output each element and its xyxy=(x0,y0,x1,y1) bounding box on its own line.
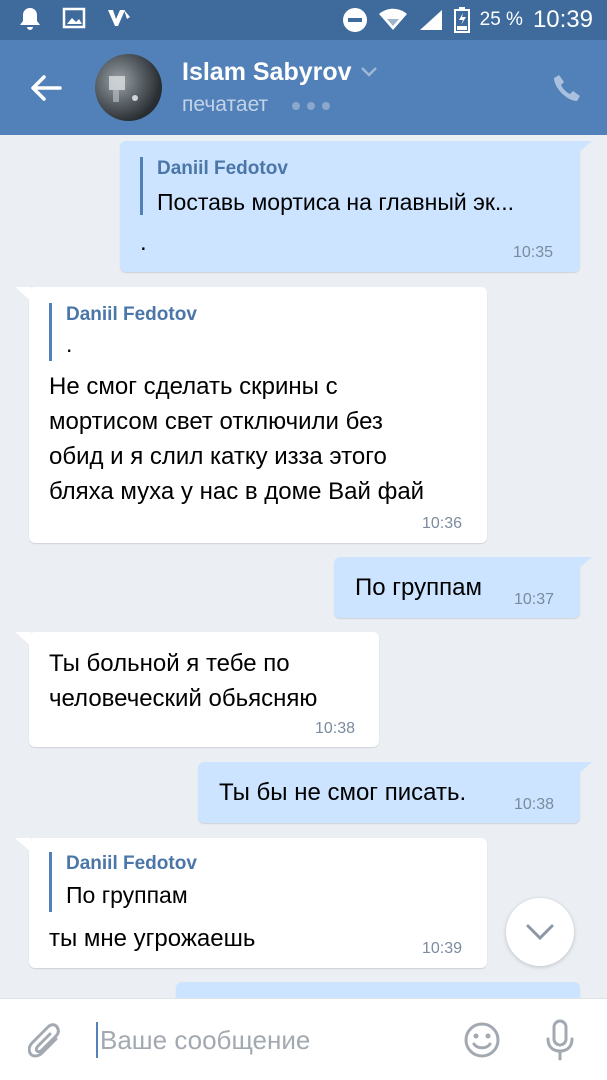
reply-quote[interactable]: Daniil Fedotov Поставь мортиса на главны… xyxy=(140,157,560,215)
message-time: 10:39 xyxy=(422,940,463,957)
signal-icon xyxy=(419,10,442,30)
message-text: По группам xyxy=(355,574,482,601)
reply-text: Поставь мортиса на главный эк... xyxy=(157,189,515,215)
contact-name[interactable]: Islam Sabyrov xyxy=(182,58,352,87)
bubble-tail xyxy=(15,287,31,301)
message-line: обид и я слил катку изза этого xyxy=(49,443,387,470)
bubble-tail xyxy=(576,557,592,571)
vk-icon xyxy=(108,10,130,26)
bubble-tail xyxy=(576,762,592,776)
back-arrow-icon[interactable] xyxy=(26,68,66,108)
status-bar: 25 % 10:39 xyxy=(0,0,607,40)
phone-icon[interactable] xyxy=(551,72,583,104)
typing-dots xyxy=(292,102,330,110)
chevron-down-icon[interactable] xyxy=(360,66,378,78)
battery-percent: 25 % xyxy=(479,9,523,30)
message-time: 10:35 xyxy=(513,244,554,261)
notification-bell-icon xyxy=(20,8,40,30)
message-text: . xyxy=(140,229,147,256)
attach-icon[interactable] xyxy=(28,1021,64,1061)
message-outgoing[interactable]: Ты бы не смог писать. 10:38 xyxy=(198,762,580,823)
message-line: Не смог сделать скрины с xyxy=(49,373,338,400)
chevron-down-icon xyxy=(526,924,554,941)
message-text: Ты бы не смог писать. xyxy=(219,779,467,806)
message-time: 10:38 xyxy=(315,720,356,737)
microphone-icon[interactable] xyxy=(544,1019,576,1061)
reply-author: Daniil Fedotov xyxy=(66,853,197,874)
message-time: 10:38 xyxy=(514,796,555,813)
avatar-image xyxy=(109,76,138,102)
avatar[interactable] xyxy=(95,54,162,121)
gallery-icon xyxy=(62,7,86,29)
reply-quote[interactable]: Daniil Fedotov По группам xyxy=(49,852,469,912)
message-incoming[interactable]: Ты больной я тебе по человеческий обьясн… xyxy=(29,632,379,747)
message-line: мортисом свет отключили без xyxy=(49,408,383,435)
message-text: Ты больной я тебе по человеческий обьясн… xyxy=(49,646,317,716)
status-left-icons xyxy=(18,6,132,32)
message-time: 10:37 xyxy=(514,591,555,608)
message-outgoing[interactable]: По группам 10:37 xyxy=(334,557,580,618)
chat-header: Islam Sabyrov печатает xyxy=(0,40,607,135)
do-not-disturb-icon xyxy=(342,8,367,32)
reply-text: По группам xyxy=(66,882,188,908)
message-line: бляха муха у нас в доме Вай фай xyxy=(49,478,425,505)
message-input[interactable]: Ваше сообщение xyxy=(100,1025,310,1056)
text-caret xyxy=(96,1022,98,1058)
bubble-tail xyxy=(576,141,592,155)
scroll-down-button[interactable] xyxy=(506,898,574,966)
clock: 10:39 xyxy=(532,6,593,33)
battery-icon xyxy=(453,7,470,33)
reply-author: Daniil Fedotov xyxy=(66,304,197,325)
message-incoming[interactable]: Daniil Fedotov По группам ты мне угрожае… xyxy=(29,838,487,968)
reply-author: Daniil Fedotov xyxy=(157,158,288,179)
emoji-icon[interactable] xyxy=(463,1021,501,1059)
message-text: Не смог сделать скрины с мортисом свет о… xyxy=(49,369,424,509)
message-time: 10:36 xyxy=(422,515,463,532)
message-text: ты мне угрожаешь xyxy=(49,925,256,952)
wifi-icon xyxy=(378,8,407,30)
bubble-tail xyxy=(15,632,31,646)
status-right-icons: 25 % 10:39 xyxy=(342,6,593,34)
reply-text: . xyxy=(66,331,73,357)
message-line: человеческий обьясняю xyxy=(49,685,318,712)
bubble-tail xyxy=(15,838,31,852)
typing-status: печатает xyxy=(182,93,269,116)
message-outgoing[interactable]: Daniil Fedotov Поставь мортиса на главны… xyxy=(120,141,580,272)
reply-quote[interactable]: Daniil Fedotov . xyxy=(49,303,469,361)
message-incoming[interactable]: Daniil Fedotov . Не смог сделать скрины … xyxy=(29,287,487,543)
message-line: Ты больной я тебе по xyxy=(49,650,290,677)
composer-bar: Ваше сообщение xyxy=(0,998,607,1080)
